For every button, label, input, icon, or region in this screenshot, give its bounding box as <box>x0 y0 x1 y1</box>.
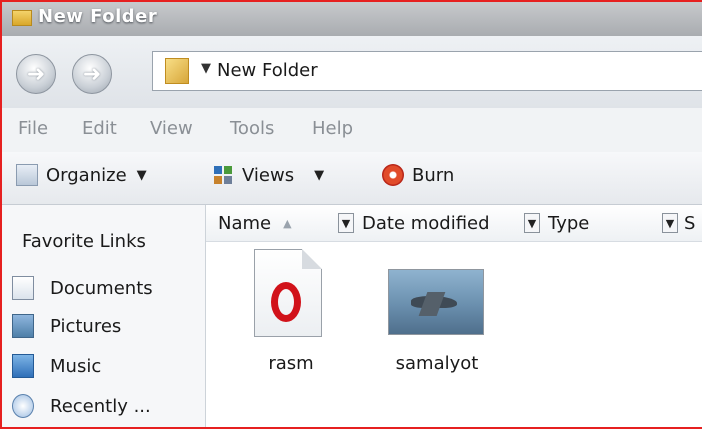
sidebar-item-music[interactable]: Music <box>12 351 202 381</box>
column-type[interactable]: Type <box>548 205 589 241</box>
burn-label: Burn <box>412 164 455 186</box>
name-filter-dropdown[interactable]: ▼ <box>338 213 354 233</box>
sidebar-item-label: Recently ... <box>50 395 151 417</box>
organize-button[interactable]: Organize ▼ <box>16 164 147 186</box>
sidebar-item-pictures[interactable]: Pictures <box>12 311 202 341</box>
address-field[interactable]: ▼ New Folder <box>152 51 702 91</box>
favorite-links-title: Favorite Links <box>22 231 146 252</box>
file-name: rasm <box>268 353 314 374</box>
column-name-label: Name <box>218 212 272 234</box>
menu-file[interactable]: File <box>18 118 48 139</box>
address-path: New Folder <box>217 60 318 81</box>
command-toolbar: Organize ▼ Views ▼ Burn <box>2 152 702 205</box>
recent-icon <box>12 394 34 418</box>
folder-icon <box>12 10 32 26</box>
sidebar-item-documents[interactable]: Documents <box>12 273 202 303</box>
views-label: Views <box>242 164 295 186</box>
folder-icon <box>165 58 189 84</box>
documents-icon <box>12 276 34 300</box>
column-size[interactable]: S <box>684 205 695 241</box>
type-filter-dropdown[interactable]: ▼ <box>662 213 678 233</box>
opera-file-icon <box>254 249 322 337</box>
sidebar-item-label: Documents <box>50 277 153 299</box>
column-date-label: Date modified <box>362 212 490 234</box>
sort-up-icon: ▲ <box>283 216 292 230</box>
sidebar-item-label: Pictures <box>50 315 122 337</box>
sidebar-item-label: Music <box>50 355 102 377</box>
window-title: New Folder <box>38 6 158 27</box>
image-thumbnail-icon <box>388 269 484 335</box>
column-type-label: Type <box>548 212 590 234</box>
views-icon <box>212 164 234 186</box>
chevron-down-icon[interactable]: ▼ <box>201 61 211 76</box>
file-list: Name ▲ ▼ Date modified ▼ Type ▼ S rasm s… <box>206 205 702 427</box>
back-arrow-icon: ➜ <box>26 61 46 87</box>
chevron-down-icon: ▼ <box>314 167 325 183</box>
file-item-rasm[interactable]: rasm <box>236 249 346 379</box>
forward-arrow-icon: ➜ <box>82 61 102 87</box>
navigation-pane: Favorite Links Documents Pictures Music … <box>2 205 206 427</box>
burn-button[interactable]: Burn <box>382 164 454 186</box>
address-bar-area: ➜ ➜ ▼ New Folder <box>2 36 702 109</box>
sidebar-item-recently[interactable]: Recently ... <box>12 391 202 421</box>
column-header-row: Name ▲ ▼ Date modified ▼ Type ▼ S <box>206 205 702 242</box>
menu-edit[interactable]: Edit <box>82 118 117 139</box>
column-date-modified[interactable]: Date modified <box>362 205 490 241</box>
menu-tools[interactable]: Tools <box>230 118 274 139</box>
organize-icon <box>16 164 38 186</box>
chevron-down-icon: ▼ <box>136 167 147 183</box>
menu-bar: File Edit View Tools Help <box>2 108 702 152</box>
views-button[interactable]: Views ▼ <box>212 164 324 186</box>
column-size-label: S <box>684 212 696 234</box>
menu-help[interactable]: Help <box>312 118 353 139</box>
burn-disc-icon <box>382 164 404 186</box>
file-item-samalyot[interactable]: samalyot <box>382 249 492 379</box>
organize-label: Organize <box>46 164 127 186</box>
menu-view[interactable]: View <box>150 118 193 139</box>
forward-button[interactable]: ➜ <box>72 54 112 94</box>
column-name[interactable]: Name ▲ <box>218 205 292 241</box>
music-icon <box>12 354 34 378</box>
date-filter-dropdown[interactable]: ▼ <box>524 213 540 233</box>
explorer-window: New Folder ➜ ➜ ▼ New Folder File Edit Vi… <box>0 0 702 429</box>
title-bar: New Folder <box>2 2 702 36</box>
back-button[interactable]: ➜ <box>16 54 56 94</box>
pictures-icon <box>12 314 34 338</box>
file-name: samalyot <box>395 353 479 374</box>
